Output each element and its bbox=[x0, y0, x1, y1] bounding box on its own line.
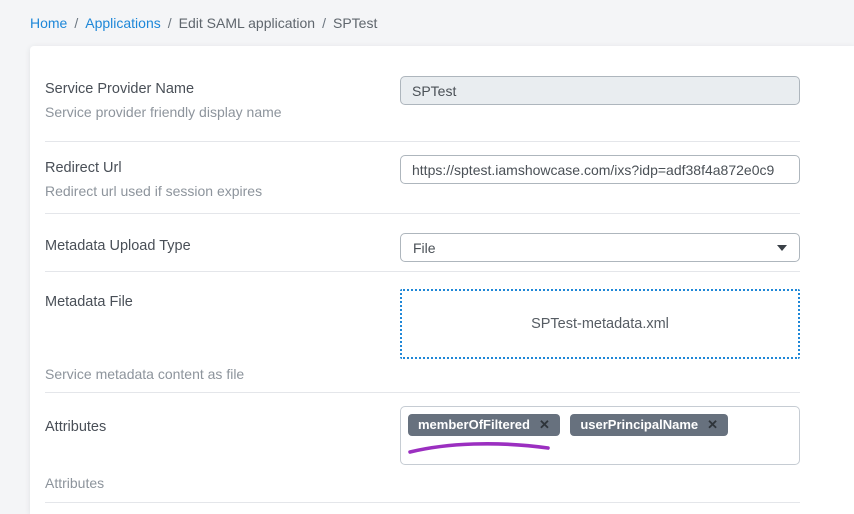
metadata-file-label: Metadata File bbox=[45, 289, 400, 311]
purple-underline-annotation bbox=[405, 440, 555, 456]
breadcrumb-item-sptest: SPTest bbox=[333, 15, 377, 31]
service-provider-name-input[interactable] bbox=[400, 76, 800, 105]
field-row-attributes: Attributes memberOfFiltered ✕ userPrinci… bbox=[45, 393, 800, 503]
metadata-file-help: Service metadata content as file bbox=[45, 365, 400, 383]
remove-tag-icon[interactable]: ✕ bbox=[707, 417, 718, 433]
field-row-metadata-file: Metadata File SPTest-metadata.xml Servic… bbox=[45, 272, 800, 393]
chevron-down-icon bbox=[777, 245, 787, 251]
attribute-tag: userPrincipalName ✕ bbox=[570, 414, 728, 436]
metadata-upload-type-selected-value: File bbox=[413, 240, 436, 256]
metadata-upload-type-label: Metadata Upload Type bbox=[45, 233, 400, 255]
breadcrumb-separator: / bbox=[322, 15, 326, 31]
attribute-tag: memberOfFiltered ✕ bbox=[408, 414, 560, 436]
breadcrumb: Home / Applications / Edit SAML applicat… bbox=[0, 0, 854, 46]
redirect-url-label: Redirect Url bbox=[45, 155, 400, 177]
breadcrumb-link-applications[interactable]: Applications bbox=[85, 15, 161, 31]
metadata-file-dropzone[interactable]: SPTest-metadata.xml bbox=[400, 289, 800, 359]
breadcrumb-link-home[interactable]: Home bbox=[30, 15, 67, 31]
redirect-url-input[interactable] bbox=[400, 155, 800, 184]
attributes-label: Attributes bbox=[45, 406, 400, 436]
field-row-metadata-upload-type: Metadata Upload Type File bbox=[45, 214, 800, 272]
service-provider-name-label: Service Provider Name bbox=[45, 76, 400, 98]
attributes-help: Attributes bbox=[45, 474, 400, 492]
field-row-service-provider-name: Service Provider Name Service provider f… bbox=[45, 46, 800, 142]
redirect-url-help: Redirect url used if session expires bbox=[45, 182, 400, 200]
attributes-tag-input[interactable]: memberOfFiltered ✕ userPrincipalName ✕ bbox=[400, 406, 800, 465]
service-provider-name-help: Service provider friendly display name bbox=[45, 103, 400, 121]
breadcrumb-item-edit-saml-application: Edit SAML application bbox=[179, 15, 315, 31]
metadata-file-name: SPTest-metadata.xml bbox=[531, 316, 669, 332]
breadcrumb-separator: / bbox=[74, 15, 78, 31]
attribute-tag-label: userPrincipalName bbox=[580, 417, 698, 433]
breadcrumb-separator: / bbox=[168, 15, 172, 31]
metadata-upload-type-select[interactable]: File bbox=[400, 233, 800, 262]
edit-saml-application-form: Service Provider Name Service provider f… bbox=[30, 46, 854, 514]
remove-tag-icon[interactable]: ✕ bbox=[539, 417, 550, 433]
attribute-tag-label: memberOfFiltered bbox=[418, 417, 530, 433]
field-row-redirect-url: Redirect Url Redirect url used if sessio… bbox=[45, 142, 800, 214]
